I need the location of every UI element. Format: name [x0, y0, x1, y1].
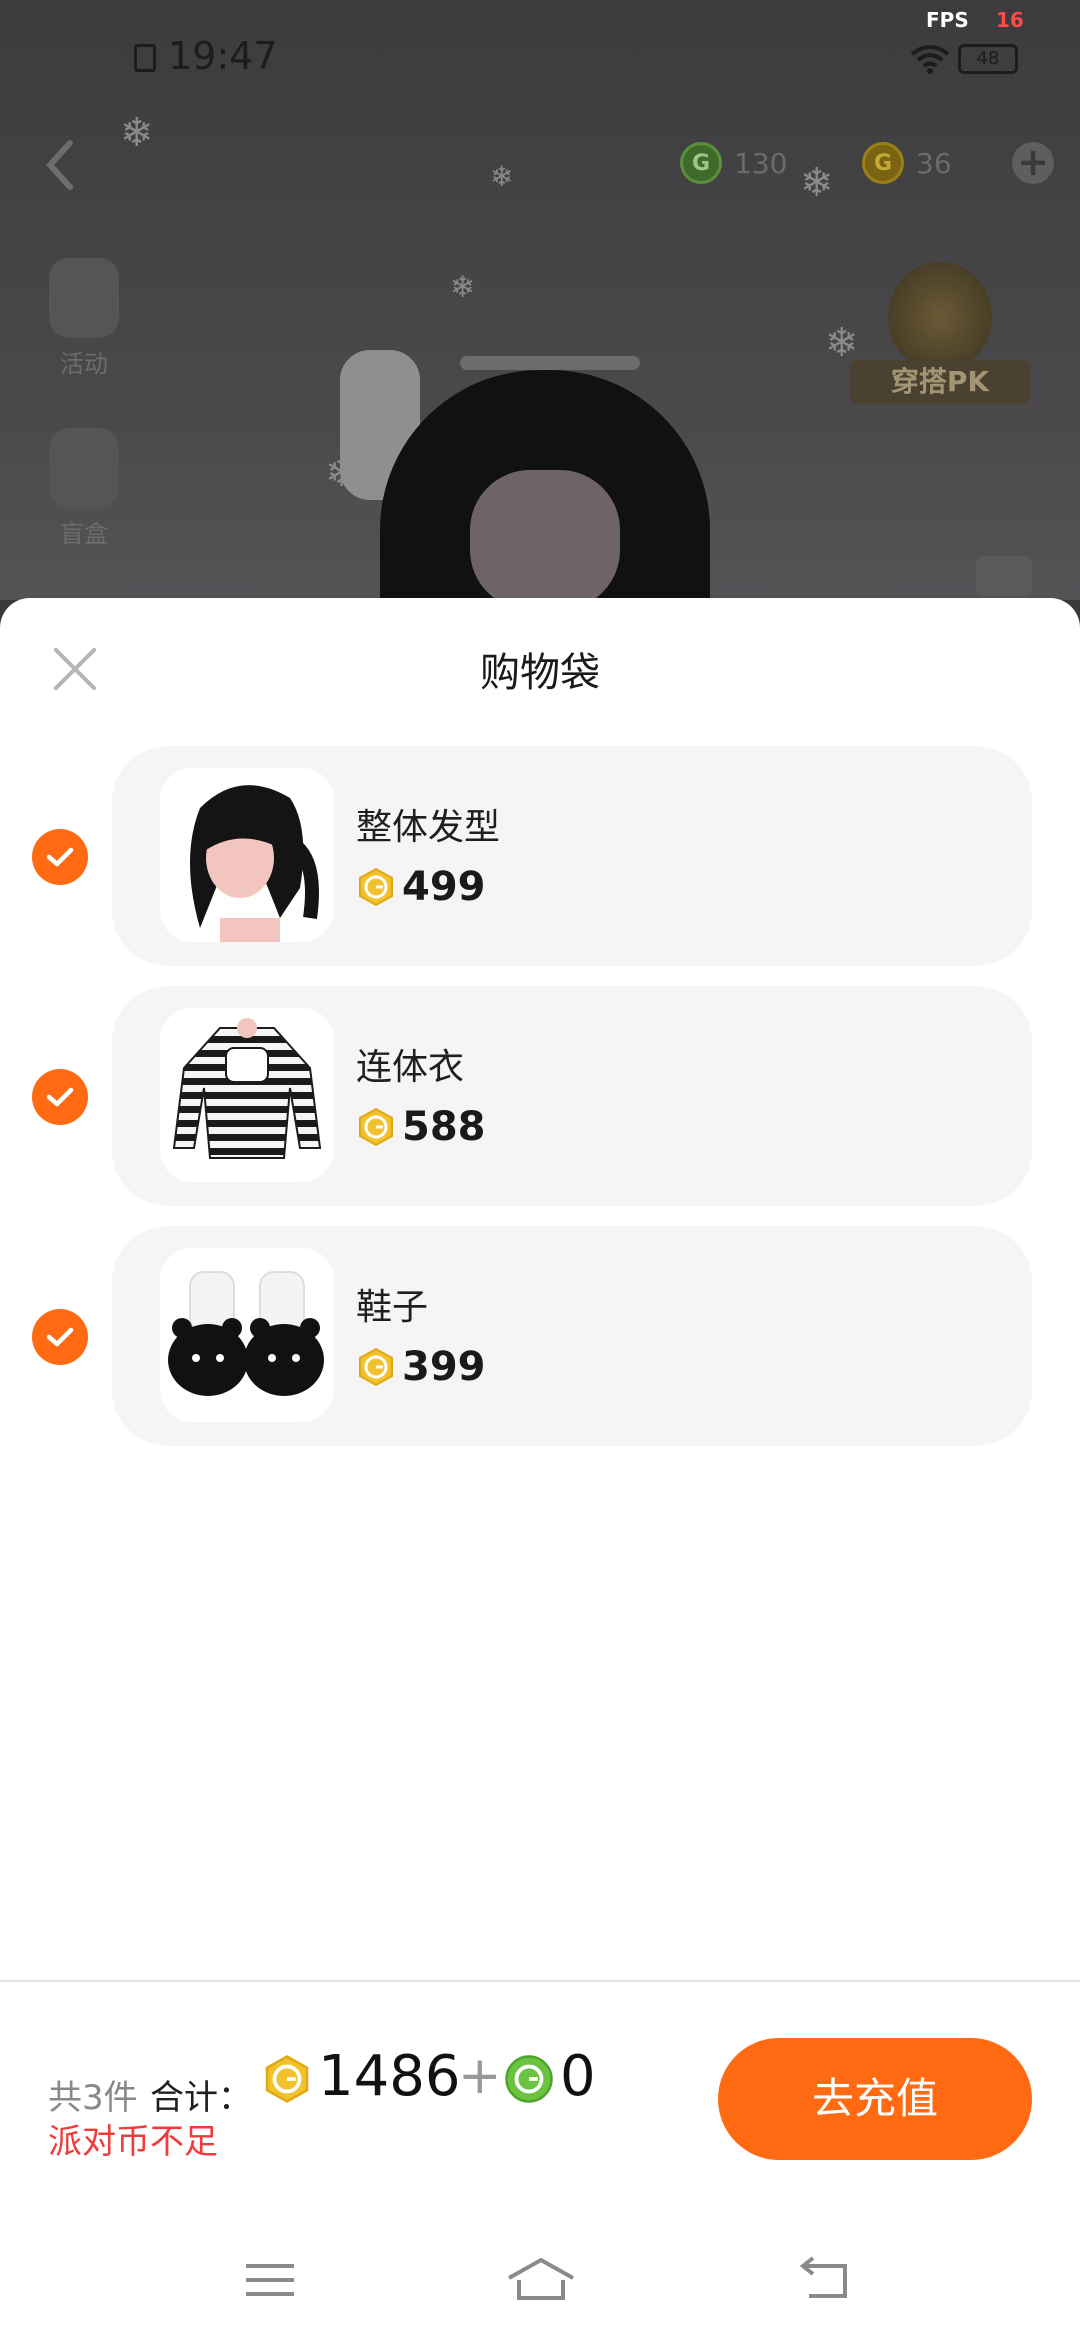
return-icon[interactable] — [795, 2250, 855, 2310]
status-bar: 19:47 FPS 16 48 — [0, 0, 1080, 100]
gold-coin-icon — [359, 1347, 393, 1387]
gold-currency-value: 36 — [916, 146, 952, 180]
item-price: 399 — [356, 1344, 486, 1390]
cart-item: 整体发型 499 — [0, 746, 1080, 966]
snowflake-icon: ❄ — [800, 160, 834, 206]
snowflake-icon: ❄ — [450, 270, 476, 305]
item-checkbox[interactable] — [32, 1309, 88, 1365]
checkmark-icon — [46, 1087, 74, 1107]
item-checkbox[interactable] — [32, 1069, 88, 1125]
item-checkbox[interactable] — [32, 829, 88, 885]
camera-icon[interactable] — [976, 556, 1032, 596]
snowflake-icon: ❄ — [490, 160, 514, 193]
green-currency-display: G 130 — [680, 140, 787, 186]
system-nav-bar — [0, 2220, 1080, 2340]
activity-button[interactable]: 活动 — [34, 258, 134, 379]
plus-sign: + — [458, 2046, 502, 2106]
crown-icon — [888, 262, 992, 372]
gold-coin-icon — [265, 2055, 309, 2103]
shoes-thumbnail — [160, 1248, 334, 1422]
item-name: 整体发型 — [356, 807, 501, 848]
green-currency-value: 130 — [734, 146, 788, 180]
outfit-pk-button[interactable]: 穿搭PK — [850, 262, 1030, 412]
gold-coin-icon: G — [862, 142, 904, 184]
cart-item-card[interactable]: 鞋子 399 — [112, 1226, 1032, 1446]
insufficient-balance-warning: 派对币不足 — [48, 2122, 218, 2162]
activity-label: 活动 — [60, 350, 108, 378]
sheet-title: 购物袋 — [480, 650, 600, 696]
item-price: 588 — [356, 1104, 486, 1150]
green-coin-icon: G — [680, 142, 722, 184]
avatar-face — [470, 470, 620, 600]
green-coin-icon — [505, 2055, 553, 2103]
gold-coin-icon — [359, 1107, 393, 1147]
cart-item-card[interactable]: 连体衣 588 — [112, 986, 1032, 1206]
recharge-button[interactable]: 去充值 — [718, 2038, 1032, 2160]
cart-item: 连体衣 588 — [0, 986, 1080, 1206]
gift-box-icon — [49, 428, 119, 508]
halo-ornament — [460, 356, 640, 370]
total-label: 合计： — [150, 2078, 252, 2118]
add-currency-button[interactable]: + — [1012, 142, 1054, 184]
balloon-icon — [49, 258, 119, 338]
file-icon — [134, 44, 156, 72]
checkmark-icon — [46, 847, 74, 867]
item-price-value: 499 — [402, 864, 486, 910]
menu-icon[interactable] — [240, 2250, 300, 2310]
back-chevron-icon[interactable] — [40, 135, 80, 195]
item-name: 连体衣 — [356, 1047, 465, 1088]
home-icon[interactable] — [505, 2250, 577, 2310]
gold-currency-display: G 36 — [862, 140, 952, 186]
snowflake-icon: ❄ — [120, 110, 154, 156]
jumpsuit-thumbnail — [160, 1008, 334, 1182]
item-price: 499 — [356, 864, 486, 910]
item-name: 鞋子 — [356, 1287, 429, 1328]
gold-coin-icon — [359, 867, 393, 907]
item-count: 共3件 — [48, 2078, 138, 2118]
checkmark-icon — [46, 1327, 74, 1347]
cart-item-card[interactable]: 整体发型 499 — [112, 746, 1032, 966]
cart-item: 鞋子 399 — [0, 1226, 1080, 1446]
item-price-value: 588 — [402, 1104, 486, 1150]
gold-total-value: 1486 — [318, 2044, 461, 2109]
battery-icon: 48 — [958, 44, 1018, 74]
hairstyle-thumbnail — [160, 768, 334, 942]
item-price-value: 399 — [402, 1344, 486, 1390]
blind-box-button[interactable]: 盲盒 — [34, 428, 134, 549]
fps-label: FPS — [926, 8, 969, 32]
outfit-pk-label: 穿搭PK — [850, 360, 1030, 404]
status-time: 19:47 — [168, 34, 278, 78]
fps-value: 16 — [996, 8, 1024, 32]
wifi-icon — [910, 45, 950, 74]
blind-box-label: 盲盒 — [60, 520, 108, 548]
green-total-value: 0 — [560, 2044, 596, 2109]
